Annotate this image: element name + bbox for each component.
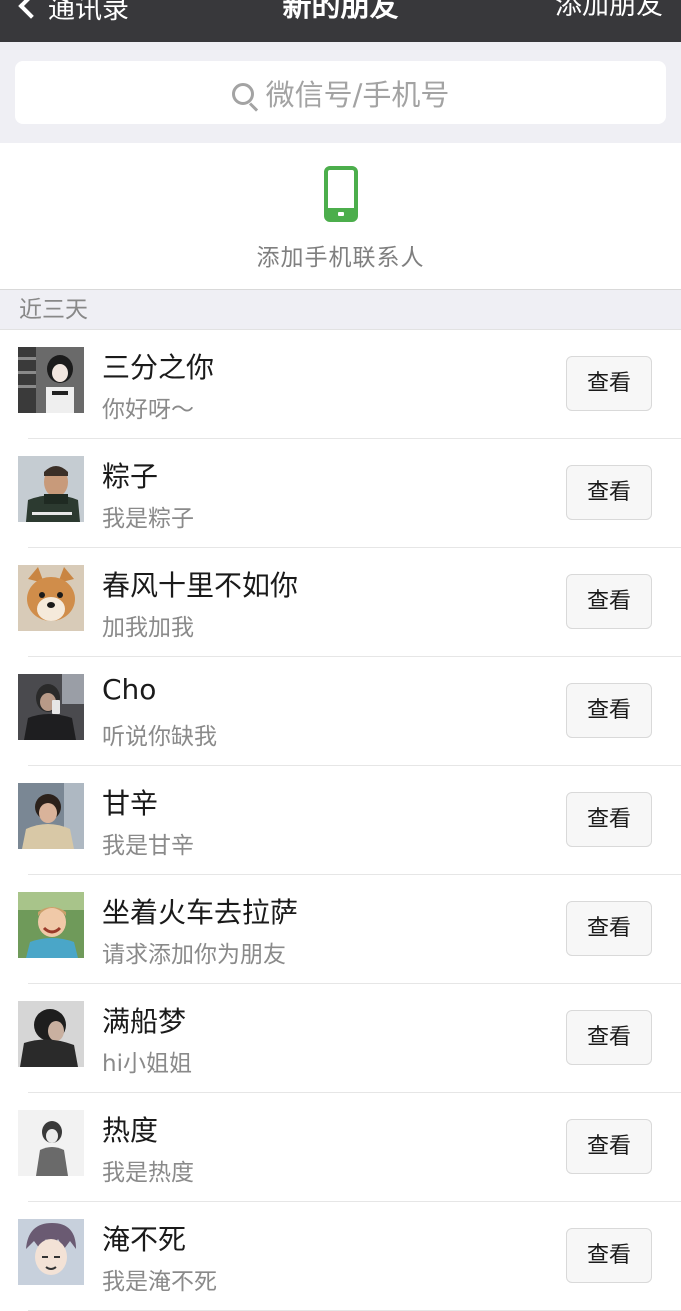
navigation-bar: 通讯录 新的朋友 添加朋友: [0, 0, 681, 42]
search-input[interactable]: 微信号/手机号: [15, 61, 666, 124]
sketch-boy-avatar-icon: [18, 1110, 84, 1176]
view-button[interactable]: 查看: [566, 1119, 652, 1174]
request-message: 我是粽子: [102, 506, 194, 532]
avatar: [18, 1110, 84, 1176]
contact-name: 热度: [102, 1114, 159, 1147]
avatar: [18, 565, 84, 631]
shiba-dog-avatar-icon: [18, 565, 84, 631]
list-item[interactable]: 热度 我是热度 查看: [0, 1093, 681, 1202]
request-message: 加我加我: [102, 615, 194, 641]
avatar: [18, 1219, 84, 1285]
mirror-selfie-avatar-icon: [18, 674, 84, 740]
search-icon: [231, 82, 258, 112]
view-button[interactable]: 查看: [566, 1228, 652, 1283]
avatar: [18, 1001, 84, 1067]
search-placeholder: 微信号/手机号: [265, 77, 450, 112]
anime-girl-avatar-icon: [18, 347, 84, 413]
view-button[interactable]: 查看: [566, 465, 652, 520]
dark-portrait-avatar-icon: [18, 1001, 84, 1067]
add-phone-contacts-button[interactable]: 添加手机联系人: [0, 143, 681, 290]
smiling-child-avatar-icon: [18, 892, 84, 958]
view-button[interactable]: 查看: [566, 901, 652, 956]
view-button[interactable]: 查看: [566, 1010, 652, 1065]
contact-name: 坐着火车去拉萨: [102, 896, 299, 929]
request-message: 听说你缺我: [102, 724, 217, 750]
contact-name: 春风十里不如你: [102, 569, 299, 602]
anime-boy-avatar-icon: [18, 1219, 84, 1285]
view-button[interactable]: 查看: [566, 683, 652, 738]
list-item[interactable]: 甘辛 我是甘辛 查看: [0, 766, 681, 875]
contact-name: 甘辛: [102, 787, 159, 820]
avatar: [18, 783, 84, 849]
request-message: 我是淹不死: [102, 1269, 217, 1295]
request-message: 请求添加你为朋友: [102, 942, 286, 968]
contact-name: 三分之你: [102, 351, 215, 384]
request-message: 我是热度: [102, 1160, 194, 1186]
add-phone-contacts-label: 添加手机联系人: [256, 245, 425, 271]
list-item[interactable]: 粽子 我是粽子 查看: [0, 439, 681, 548]
list-item[interactable]: 淹不死 我是淹不死 查看: [0, 1202, 681, 1311]
list-item[interactable]: 坐着火车去拉萨 请求添加你为朋友 查看: [0, 875, 681, 984]
avatar: [18, 456, 84, 522]
list-item[interactable]: 三分之你 你好呀～ 查看: [0, 330, 681, 439]
mobile-phone-icon: [324, 166, 358, 222]
avatar: [18, 347, 84, 413]
list-item[interactable]: 满船梦 hi小姐姐 查看: [0, 984, 681, 1093]
request-message: 我是甘辛: [102, 833, 194, 859]
contact-name: 满船梦: [102, 1005, 187, 1038]
athlete-avatar-icon: [18, 456, 84, 522]
contact-name: 粽子: [102, 460, 159, 493]
view-button[interactable]: 查看: [566, 574, 652, 629]
view-button[interactable]: 查看: [566, 356, 652, 411]
friend-request-list: 三分之你 你好呀～ 查看 粽子 我是粽子 查看 春风十里不如你 加我加我 查看 …: [0, 330, 681, 1311]
avatar: [18, 892, 84, 958]
contact-name: Cho: [102, 673, 157, 706]
search-area: 微信号/手机号: [0, 42, 681, 143]
section-header: 近三天: [0, 290, 681, 330]
request-message: hi小姐姐: [102, 1051, 192, 1077]
list-item[interactable]: 春风十里不如你 加我加我 查看: [0, 548, 681, 657]
avatar: [18, 674, 84, 740]
request-message: 你好呀～: [102, 397, 194, 423]
contact-name: 淹不死: [102, 1223, 187, 1256]
add-friend-button[interactable]: 添加朋友: [555, 0, 663, 26]
hoodie-boy-avatar-icon: [18, 783, 84, 849]
list-item[interactable]: Cho 听说你缺我 查看: [0, 657, 681, 766]
view-button[interactable]: 查看: [566, 792, 652, 847]
